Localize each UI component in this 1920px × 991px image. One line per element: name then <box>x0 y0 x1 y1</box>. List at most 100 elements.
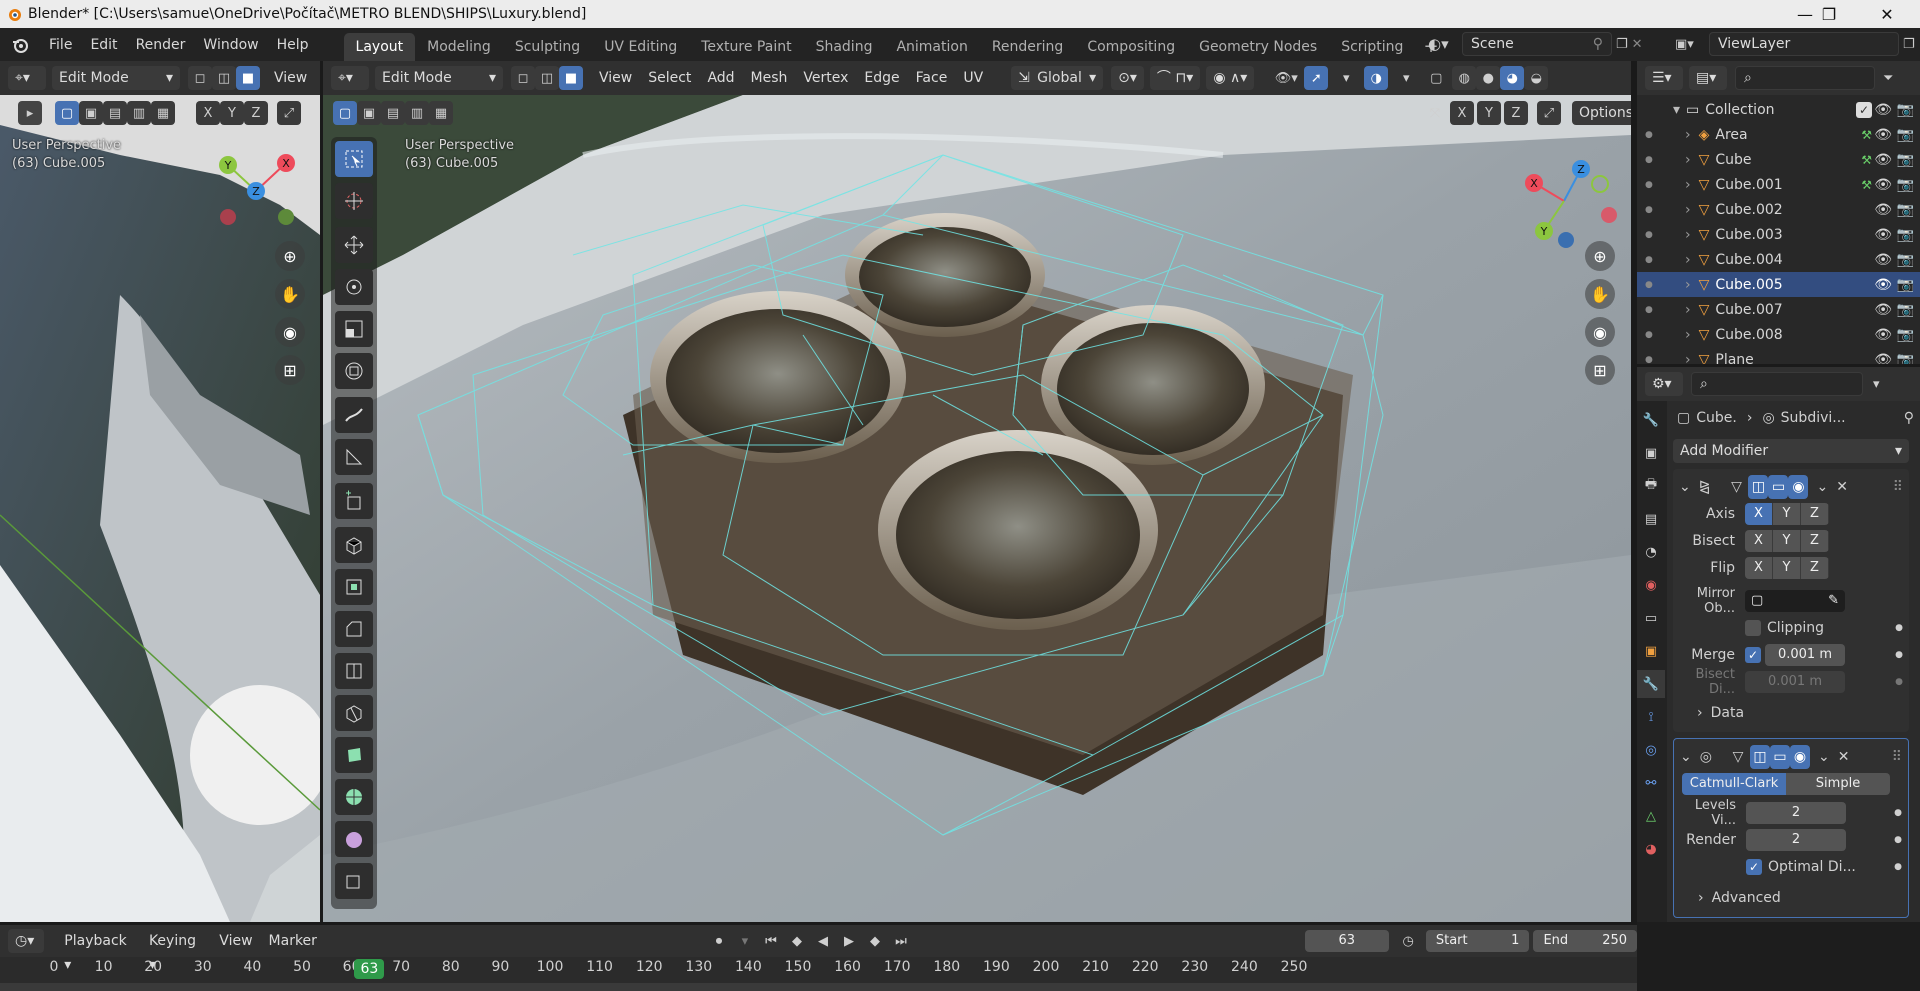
end-frame-field[interactable]: End 250 <box>1533 930 1638 952</box>
outliner-row[interactable]: ● › ◈ Area ⚒ 👁 📷 <box>1637 122 1920 147</box>
viewlayer-field[interactable]: ViewLayer <box>1709 32 1899 56</box>
rendered-shading-icon[interactable]: ◒ <box>1524 66 1549 90</box>
new-viewlayer-icon[interactable]: ❐ <box>1903 37 1915 52</box>
mesh-symmetry-icon[interactable]: ⤧ <box>1423 101 1447 125</box>
edit-mode-icon[interactable]: ◫ <box>1749 744 1770 769</box>
menu-view[interactable]: View <box>591 66 640 90</box>
expand-chevron-icon[interactable]: › <box>1698 890 1704 906</box>
properties-editor-icon[interactable]: ⚙▾ <box>1645 372 1683 396</box>
expand-icon[interactable]: › <box>1685 302 1691 318</box>
mode-invert-icon[interactable]: ▥ <box>127 101 151 125</box>
add-modifier-dropdown[interactable]: Add Modifier ▾ <box>1673 439 1909 463</box>
modifier-tab-icon[interactable]: 🔧 <box>1637 670 1665 698</box>
knife-tool-icon[interactable] <box>335 695 373 731</box>
tool-tab-icon[interactable]: 🔧 <box>1637 406 1665 434</box>
snapping-icon[interactable]: ⌒ ⊓▾ <box>1149 66 1201 90</box>
expand-icon[interactable]: › <box>1685 252 1691 268</box>
eye-icon[interactable]: 👁 <box>1874 277 1892 293</box>
current-frame-field[interactable]: 63 <box>1304 930 1389 952</box>
camera-render-icon[interactable]: 📷 <box>1897 177 1914 193</box>
menu-help[interactable]: Help <box>268 32 318 58</box>
close-window-button[interactable]: ✕ <box>1864 0 1910 28</box>
mirror-x-toggle[interactable]: X <box>196 101 220 125</box>
eye-icon[interactable]: 👁 <box>1874 127 1892 143</box>
start-frame-field[interactable]: Start 1 <box>1425 930 1530 952</box>
menu-timeline-view[interactable]: View <box>211 929 260 953</box>
jump-start-icon[interactable]: ⏮ <box>759 929 783 953</box>
catmull-clark-button[interactable]: Catmull-Clark <box>1682 772 1786 795</box>
tab-modeling[interactable]: Modeling <box>415 33 503 61</box>
outliner-row[interactable]: ● › ▽ Cube.002 👁 📷 <box>1637 197 1920 222</box>
wireframe-shading-icon[interactable]: ◍ <box>1452 66 1477 90</box>
timeline-editor-icon[interactable]: ◷▾ <box>8 929 45 953</box>
menu-render[interactable]: Render <box>127 32 195 58</box>
drag-handle-icon[interactable]: ⠿ <box>1892 749 1902 765</box>
prev-keyframe-icon[interactable]: ◆ <box>785 929 809 953</box>
merge-checkbox[interactable]: ✓ <box>1745 646 1761 663</box>
eye-icon[interactable]: 👁 <box>1874 152 1892 168</box>
bisect-distance-field[interactable]: 0.001 m <box>1745 670 1845 693</box>
expand-icon[interactable]: › <box>1685 202 1691 218</box>
menu-select[interactable]: Select <box>640 66 699 90</box>
camera-render-icon[interactable]: 📷 <box>1897 277 1914 293</box>
main-vertex-select-icon[interactable]: ◻ <box>511 66 535 90</box>
eye-icon[interactable]: 👁 <box>1874 302 1892 318</box>
main-pan-hand-icon[interactable]: ✋ <box>1585 279 1615 309</box>
editmode-cage-icon[interactable]: ▽ <box>1724 475 1748 499</box>
menu-playback[interactable]: Playback ▾ <box>56 929 141 973</box>
camera-render-icon[interactable]: 📷 <box>1897 202 1914 218</box>
simple-button[interactable]: Simple <box>1786 772 1890 795</box>
keyframe-dot-icon[interactable]: ● <box>1895 623 1903 633</box>
main-mode-intersect-icon[interactable]: ▦ <box>429 101 453 125</box>
merge-distance-field[interactable]: 0.001 m <box>1765 643 1845 666</box>
left-viewport[interactable]: ⌖▾ Edit Mode ▾ ◻ ◫ ■ View ▸ ▢ ▣ ▤ ▥ ▦ X Y… <box>0 61 320 922</box>
scale-tool-icon[interactable] <box>335 311 373 347</box>
material-tab-icon[interactable]: ◕ <box>1637 835 1665 863</box>
tab-compositing[interactable]: Compositing <box>1075 33 1187 61</box>
main-mode-subtract-icon[interactable]: ▤ <box>381 101 405 125</box>
menu-window[interactable]: Window <box>194 32 267 58</box>
eye-icon[interactable]: 👁 <box>1874 102 1892 118</box>
collapse-chevron-icon[interactable]: ⌄ <box>1680 749 1692 765</box>
new-scene-icon[interactable]: ❐ <box>1616 37 1628 52</box>
expand-chevron-icon[interactable]: › <box>1697 705 1703 721</box>
optimal-display-checkbox[interactable]: ✓ <box>1746 858 1762 875</box>
bevel-tool-icon[interactable] <box>335 611 373 647</box>
mode-new-icon[interactable]: ▢ <box>55 101 79 125</box>
face-select-icon[interactable]: ■ <box>236 66 260 90</box>
play-reverse-icon[interactable]: ◀ <box>811 929 835 953</box>
main-editor-type-icon[interactable]: ⌖▾ <box>331 66 369 90</box>
menu-vertex[interactable]: Vertex <box>795 66 856 90</box>
tab-layout[interactable]: Layout <box>343 33 416 61</box>
mirror-z-toggle[interactable]: Z <box>244 101 268 125</box>
visibility-dot-icon[interactable]: ● <box>1645 180 1653 190</box>
menu-mesh[interactable]: Mesh <box>743 66 796 90</box>
main-mirror-x-toggle[interactable]: X <box>1450 101 1474 125</box>
properties-options-icon[interactable]: ▾ <box>1873 377 1880 392</box>
auto-keying-icon[interactable]: ⏺ <box>707 929 731 953</box>
rotate-tool-icon[interactable] <box>335 269 373 305</box>
keyframe-dot-icon[interactable]: ● <box>1895 650 1903 660</box>
options-dropdown[interactable]: Options▾ <box>1572 101 1631 125</box>
main-edge-select-icon[interactable]: ◫ <box>535 66 559 90</box>
camera-render-icon[interactable]: 📷 <box>1897 102 1914 118</box>
frame-ruler[interactable]: 0 10 20 30 40 50 60 70 80 90 100 110 120 130 140 150 160… <box>0 959 1637 981</box>
main-snap-icon[interactable]: ⤢ <box>1537 101 1561 125</box>
axis-x-toggle[interactable]: X <box>1745 502 1773 525</box>
properties-search-input[interactable]: ⌕ <box>1691 372 1863 396</box>
next-keyframe-icon[interactable]: ◆ <box>863 929 887 953</box>
left-navigation-gizmo[interactable]: Y X Z <box>208 143 298 233</box>
main-navigation-gizmo[interactable]: Z X Y <box>1518 141 1618 251</box>
collection-row[interactable]: ▾ ▭ Collection ✓ 👁 📷 <box>1645 97 1920 122</box>
tab-shading[interactable]: Shading <box>804 33 885 61</box>
annotate-tool-icon[interactable] <box>335 397 373 433</box>
tab-geometry-nodes[interactable]: Geometry Nodes <box>1187 33 1329 61</box>
filter-icon[interactable]: ⏷ <box>1883 71 1893 86</box>
select-box-tool-icon[interactable] <box>335 141 373 177</box>
visibility-dot-icon[interactable]: ● <box>1645 230 1653 240</box>
menu-edge[interactable]: Edge <box>856 66 907 90</box>
scene-icon[interactable]: ◐▾ <box>1428 35 1458 53</box>
camera-render-icon[interactable]: 📷 <box>1897 352 1914 365</box>
outliner-row[interactable]: ● › ▽ Cube.005 👁 📷 <box>1637 272 1920 297</box>
play-icon[interactable]: ▶ <box>837 929 861 953</box>
